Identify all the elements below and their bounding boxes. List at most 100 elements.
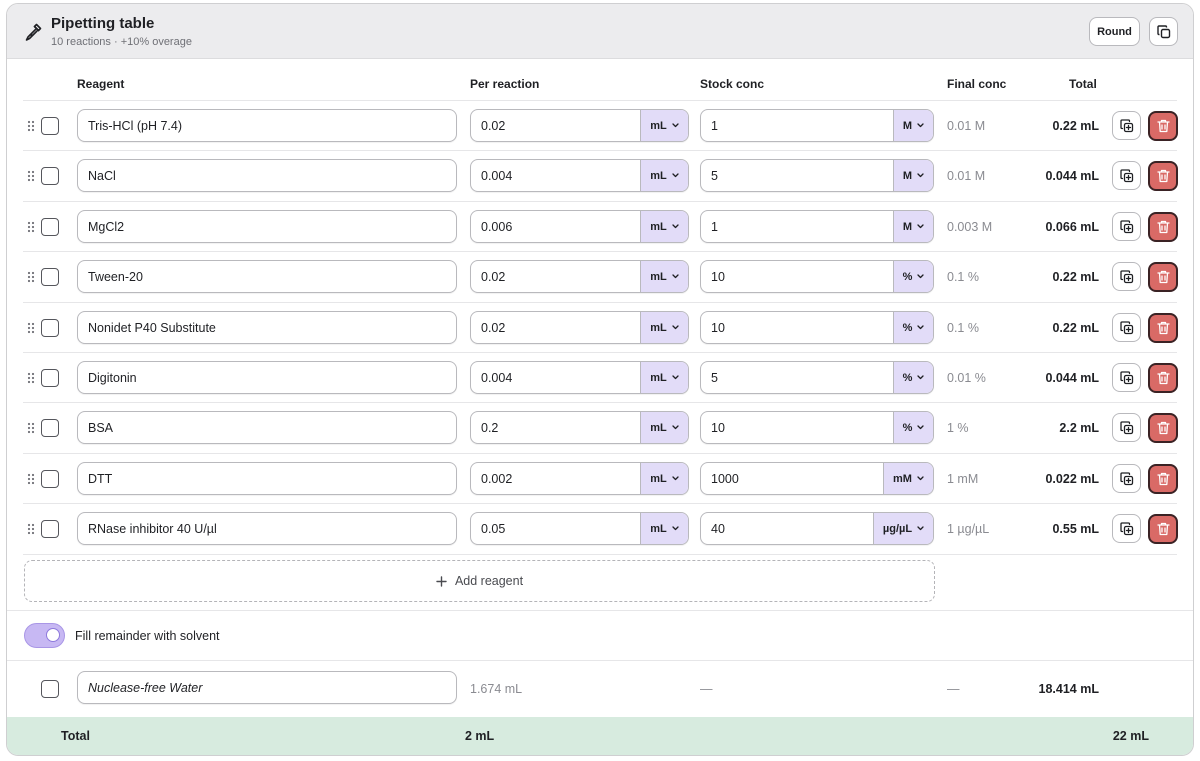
per-reaction-value[interactable]: 0.2 bbox=[471, 412, 640, 443]
row-checkbox[interactable] bbox=[41, 369, 59, 387]
per-reaction-unit-select[interactable]: mL bbox=[640, 412, 688, 443]
stock-conc-unit-select[interactable]: µg/µL bbox=[873, 513, 933, 544]
per-reaction-input[interactable]: 0.006 mL bbox=[470, 210, 689, 243]
stock-conc-value[interactable]: 40 bbox=[701, 513, 873, 544]
per-reaction-value[interactable]: 0.02 bbox=[471, 261, 640, 292]
add-reagent-button[interactable]: Add reagent bbox=[24, 560, 935, 602]
per-reaction-unit-select[interactable]: mL bbox=[640, 312, 688, 343]
row-checkbox[interactable] bbox=[41, 268, 59, 286]
drag-handle-icon[interactable] bbox=[27, 473, 35, 485]
delete-row-button[interactable] bbox=[1148, 313, 1178, 343]
drag-handle-icon[interactable] bbox=[27, 523, 35, 535]
per-reaction-input[interactable]: 0.02 mL bbox=[470, 109, 689, 142]
delete-row-button[interactable] bbox=[1148, 363, 1178, 393]
duplicate-row-button[interactable] bbox=[1112, 514, 1141, 543]
per-reaction-unit-select[interactable]: mL bbox=[640, 160, 688, 191]
row-checkbox[interactable] bbox=[41, 419, 59, 437]
solvent-name-field[interactable]: Nuclease-free Water bbox=[77, 671, 457, 704]
per-reaction-value[interactable]: 0.02 bbox=[471, 110, 640, 141]
reagent-name-input[interactable]: NaCl bbox=[77, 159, 457, 192]
stock-conc-input[interactable]: 5% bbox=[700, 361, 934, 394]
drag-handle-icon[interactable] bbox=[27, 170, 35, 182]
reagent-name-input[interactable]: Nonidet P40 Substitute bbox=[77, 311, 457, 344]
delete-row-button[interactable] bbox=[1148, 514, 1178, 544]
row-checkbox[interactable] bbox=[41, 218, 59, 236]
stock-conc-value[interactable]: 5 bbox=[701, 362, 893, 393]
delete-row-button[interactable] bbox=[1148, 262, 1178, 292]
duplicate-row-button[interactable] bbox=[1112, 413, 1141, 442]
stock-conc-value[interactable]: 10 bbox=[701, 261, 893, 292]
reagent-name-input[interactable]: Digitonin bbox=[77, 361, 457, 394]
stock-conc-unit-select[interactable]: M bbox=[893, 211, 933, 242]
drag-handle-icon[interactable] bbox=[27, 221, 35, 233]
per-reaction-value[interactable]: 0.02 bbox=[471, 312, 640, 343]
duplicate-row-button[interactable] bbox=[1112, 111, 1141, 140]
per-reaction-unit-select[interactable]: mL bbox=[640, 362, 688, 393]
per-reaction-value[interactable]: 0.004 bbox=[471, 160, 640, 191]
stock-conc-input[interactable]: 10% bbox=[700, 260, 934, 293]
round-button[interactable]: Round bbox=[1089, 17, 1140, 46]
reagent-name-input[interactable]: RNase inhibitor 40 U/µl bbox=[77, 512, 457, 545]
reagent-name-input[interactable]: BSA bbox=[77, 411, 457, 444]
per-reaction-input[interactable]: 0.02 mL bbox=[470, 260, 689, 293]
stock-conc-input[interactable]: 10% bbox=[700, 411, 934, 444]
per-reaction-value[interactable]: 0.05 bbox=[471, 513, 640, 544]
per-reaction-value[interactable]: 0.002 bbox=[471, 463, 640, 494]
stock-conc-value[interactable]: 1 bbox=[701, 110, 893, 141]
per-reaction-input[interactable]: 0.02 mL bbox=[470, 311, 689, 344]
per-reaction-input[interactable]: 0.05 mL bbox=[470, 512, 689, 545]
stock-conc-value[interactable]: 1 bbox=[701, 211, 893, 242]
duplicate-row-button[interactable] bbox=[1112, 262, 1141, 291]
stock-conc-value[interactable]: 1000 bbox=[701, 463, 883, 494]
drag-handle-icon[interactable] bbox=[27, 422, 35, 434]
row-checkbox[interactable] bbox=[41, 470, 59, 488]
duplicate-row-button[interactable] bbox=[1112, 313, 1141, 342]
stock-conc-value[interactable]: 10 bbox=[701, 312, 893, 343]
drag-handle-icon[interactable] bbox=[27, 120, 35, 132]
stock-conc-input[interactable]: 1M bbox=[700, 210, 934, 243]
delete-row-button[interactable] bbox=[1148, 464, 1178, 494]
stock-conc-value[interactable]: 5 bbox=[701, 160, 893, 191]
reagent-name-input[interactable]: Tween-20 bbox=[77, 260, 457, 293]
row-checkbox[interactable] bbox=[41, 520, 59, 538]
per-reaction-input[interactable]: 0.2 mL bbox=[470, 411, 689, 444]
drag-handle-icon[interactable] bbox=[27, 271, 35, 283]
reagent-name-input[interactable]: DTT bbox=[77, 462, 457, 495]
delete-row-button[interactable] bbox=[1148, 212, 1178, 242]
stock-conc-unit-select[interactable]: mM bbox=[883, 463, 933, 494]
solvent-checkbox[interactable] bbox=[41, 680, 59, 698]
delete-row-button[interactable] bbox=[1148, 161, 1178, 191]
drag-handle-icon[interactable] bbox=[27, 322, 35, 334]
delete-row-button[interactable] bbox=[1148, 111, 1178, 141]
stock-conc-input[interactable]: 10% bbox=[700, 311, 934, 344]
copy-table-button[interactable] bbox=[1149, 17, 1178, 46]
stock-conc-unit-select[interactable]: M bbox=[893, 160, 933, 191]
per-reaction-unit-select[interactable]: mL bbox=[640, 110, 688, 141]
stock-conc-unit-select[interactable]: % bbox=[893, 362, 933, 393]
stock-conc-input[interactable]: 40 µg/µL bbox=[700, 512, 934, 545]
reagent-name-input[interactable]: MgCl2 bbox=[77, 210, 457, 243]
row-checkbox[interactable] bbox=[41, 167, 59, 185]
per-reaction-value[interactable]: 0.004 bbox=[471, 362, 640, 393]
stock-conc-unit-select[interactable]: % bbox=[893, 412, 933, 443]
per-reaction-unit-select[interactable]: mL bbox=[640, 211, 688, 242]
duplicate-row-button[interactable] bbox=[1112, 363, 1141, 392]
stock-conc-unit-select[interactable]: % bbox=[893, 312, 933, 343]
per-reaction-unit-select[interactable]: mL bbox=[640, 261, 688, 292]
fill-solvent-toggle[interactable] bbox=[24, 623, 65, 648]
per-reaction-input[interactable]: 0.004 mL bbox=[470, 159, 689, 192]
duplicate-row-button[interactable] bbox=[1112, 212, 1141, 241]
per-reaction-value[interactable]: 0.006 bbox=[471, 211, 640, 242]
duplicate-row-button[interactable] bbox=[1112, 161, 1141, 190]
drag-handle-icon[interactable] bbox=[27, 372, 35, 384]
row-checkbox[interactable] bbox=[41, 319, 59, 337]
per-reaction-input[interactable]: 0.004 mL bbox=[470, 361, 689, 394]
duplicate-row-button[interactable] bbox=[1112, 464, 1141, 493]
per-reaction-input[interactable]: 0.002 mL bbox=[470, 462, 689, 495]
stock-conc-input[interactable]: 1M bbox=[700, 109, 934, 142]
stock-conc-unit-select[interactable]: % bbox=[893, 261, 933, 292]
stock-conc-value[interactable]: 10 bbox=[701, 412, 893, 443]
row-checkbox[interactable] bbox=[41, 117, 59, 135]
per-reaction-unit-select[interactable]: mL bbox=[640, 513, 688, 544]
per-reaction-unit-select[interactable]: mL bbox=[640, 463, 688, 494]
